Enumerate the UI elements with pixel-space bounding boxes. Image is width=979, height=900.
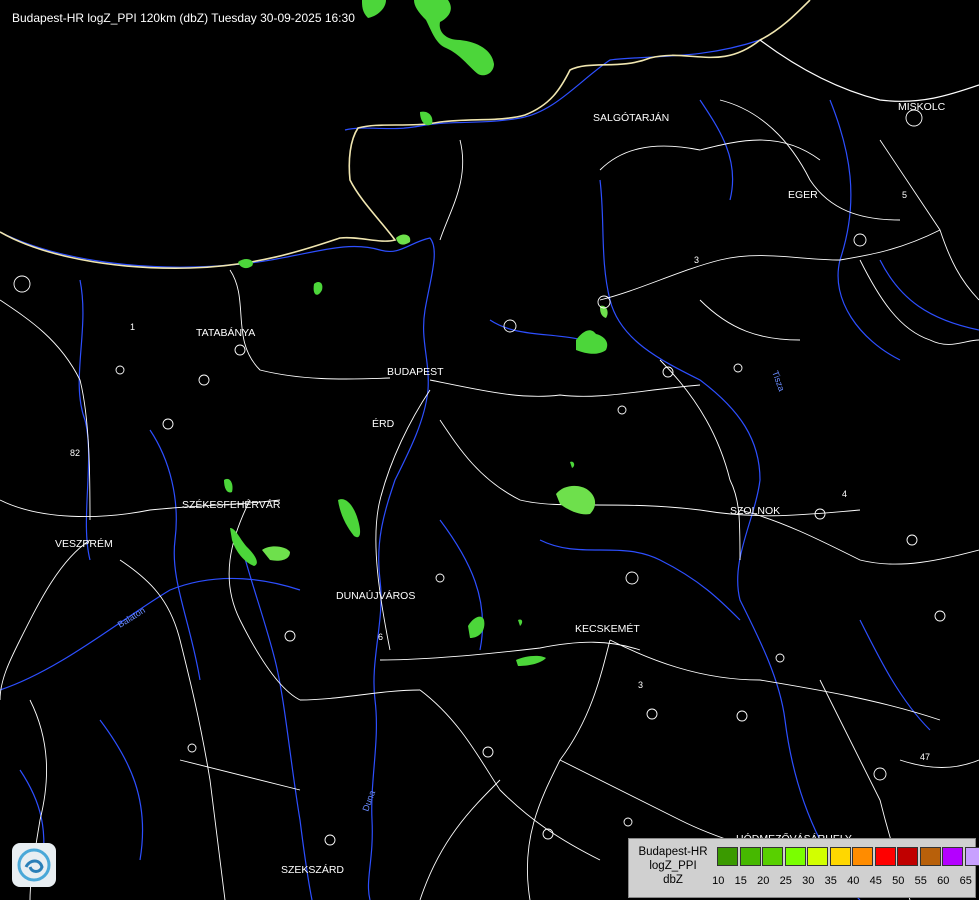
- tisza-label: Tisza: [770, 369, 787, 392]
- echo-north-1: [414, 0, 494, 76]
- city-salgotarjan: SALGÓTARJÁN: [593, 111, 669, 124]
- legend-tick-label: 35: [824, 875, 837, 887]
- legend-swatch: [852, 847, 873, 866]
- admin-borders: [0, 99, 979, 900]
- svg-text:5: 5: [902, 190, 907, 200]
- legend-swatch: [897, 847, 918, 866]
- legend-tick-label: 40: [847, 875, 860, 887]
- legend-tick-label: 65: [959, 875, 972, 887]
- town-outlines: [13, 109, 946, 846]
- legend-tick-label: 45: [869, 875, 882, 887]
- legend-tick-label: 25: [779, 875, 792, 887]
- echo-north-2: [362, 0, 386, 18]
- legend-tick-label: 20: [757, 875, 770, 887]
- city-erd: ÉRD: [372, 417, 395, 430]
- city-budapest: BUDAPEST: [387, 366, 444, 378]
- svg-text:3: 3: [694, 255, 699, 265]
- dbz-legend: Budapest-HR logZ_PPI dbZ 10 15 20 25 30 35 40 4…: [628, 838, 979, 898]
- legend-swatch: [919, 847, 941, 866]
- radar-product-title: Budapest-HR logZ_PPI 120km (dbZ) Tuesday…: [12, 11, 355, 25]
- city-szekesfehervar: SZÉKESFEHÉRVÁR: [182, 498, 281, 511]
- svg-text:6: 6: [378, 632, 383, 642]
- legend-swatch: [964, 847, 979, 866]
- legend-tick-label: 10: [712, 875, 725, 887]
- legend-tick-label: 15: [734, 875, 747, 887]
- river-layer: [0, 39, 979, 900]
- legend-swatch: [762, 847, 783, 866]
- legend-swatch: [874, 847, 896, 866]
- legend-tick-label: 30: [802, 875, 815, 887]
- city-eger: EGER: [788, 189, 818, 201]
- country-border: [0, 0, 811, 269]
- legend-swatch: [739, 847, 761, 866]
- balaton-label: Balaton: [116, 605, 147, 630]
- svg-text:4: 4: [842, 489, 847, 499]
- sio-river: [239, 539, 313, 900]
- city-dunaujvaros: DUNAÚJVÁROS: [336, 589, 415, 602]
- svg-text:1: 1: [130, 322, 135, 332]
- radar-map: SALGÓTARJÁN EGER MISKOLC TATABÁNYA BUDAP…: [0, 0, 979, 900]
- balaton-shore: [0, 577, 301, 691]
- legend-swatch: [784, 847, 806, 866]
- city-veszprem: VESZPRÉM: [55, 537, 113, 550]
- svg-text:3: 3: [638, 680, 643, 690]
- legend-color-scale: [717, 847, 979, 866]
- legend-tick-label: 60: [937, 875, 950, 887]
- svg-text:82: 82: [70, 448, 80, 458]
- legend-swatch: [717, 847, 738, 866]
- echo-gyongyos: [576, 330, 608, 354]
- city-szolnok: SZOLNOK: [730, 505, 780, 517]
- city-miskolc: MISKOLC: [898, 101, 946, 113]
- legend-swatch: [807, 847, 828, 866]
- city-kecskemet: KECSKEMÉT: [575, 622, 640, 635]
- legend-ticks: 10152025303540455055606570: [707, 875, 979, 887]
- northern-border-river: [344, 39, 761, 131]
- danube-label: Duna: [360, 789, 377, 813]
- city-szekszard: SZEKSZÁRD: [281, 863, 344, 876]
- legend-tick-label: 50: [892, 875, 905, 887]
- met-service-logo-icon: [12, 843, 56, 887]
- legend-swatch: [829, 847, 851, 866]
- svg-text:47: 47: [920, 752, 930, 762]
- city-tatabanya: TATABÁNYA: [196, 326, 255, 339]
- legend-title: Budapest-HR logZ_PPI dbZ: [638, 846, 708, 886]
- echo-cegled: [556, 485, 596, 515]
- legend-swatch: [942, 847, 963, 866]
- legend-tick-label: 55: [914, 875, 927, 887]
